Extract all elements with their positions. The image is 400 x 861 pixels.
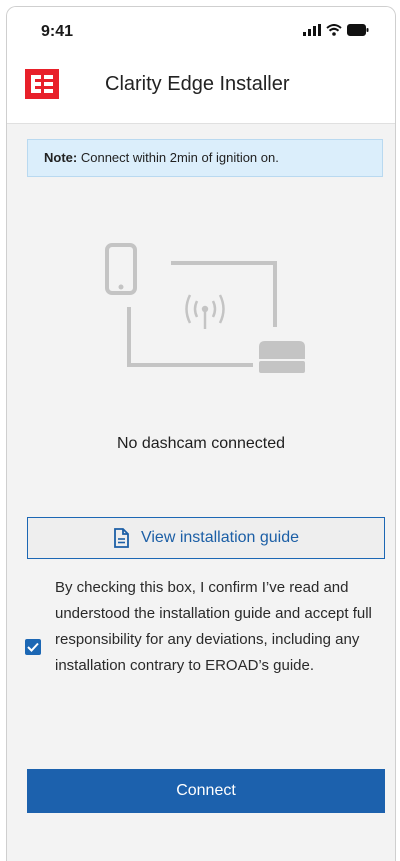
app-screen: 9:41 Clarity Edge Installer Note: Connec… [6, 6, 396, 861]
consent-text: By checking this box, I confirm I’ve rea… [55, 579, 372, 674]
guide-button-label: View installation guide [140, 529, 300, 546]
app-header: Clarity Edge Installer [7, 57, 395, 124]
connection-illustration [105, 243, 305, 373]
consent-checkbox[interactable] [25, 639, 41, 655]
cellular-signal-icon [303, 24, 321, 36]
view-installation-guide-button[interactable]: View installation guide [27, 517, 385, 559]
wifi-icon [326, 24, 342, 36]
connection-line-bottom [127, 307, 253, 367]
dashcam-device-icon [259, 341, 305, 373]
document-icon [114, 528, 129, 548]
connection-status-text: No dashcam connected [116, 435, 286, 452]
status-time: 9:41 [41, 23, 74, 40]
phone-icon [105, 243, 137, 295]
connect-button[interactable]: Connect [27, 769, 385, 813]
note-label: Note: [44, 150, 78, 165]
page-title: Clarity Edge Installer [105, 73, 290, 95]
note-text: Connect within 2min of ignition on. [80, 150, 279, 165]
status-icons [303, 24, 369, 36]
status-bar: 9:41 [7, 7, 395, 57]
note-banner: Note: Connect within 2min of ignition on… [27, 139, 383, 177]
eroad-logo [25, 69, 59, 99]
antenna-icon [185, 294, 225, 329]
battery-icon [347, 24, 369, 36]
consent-section: By checking this box, I confirm I’ve rea… [25, 575, 389, 735]
checkmark-icon [27, 642, 39, 652]
